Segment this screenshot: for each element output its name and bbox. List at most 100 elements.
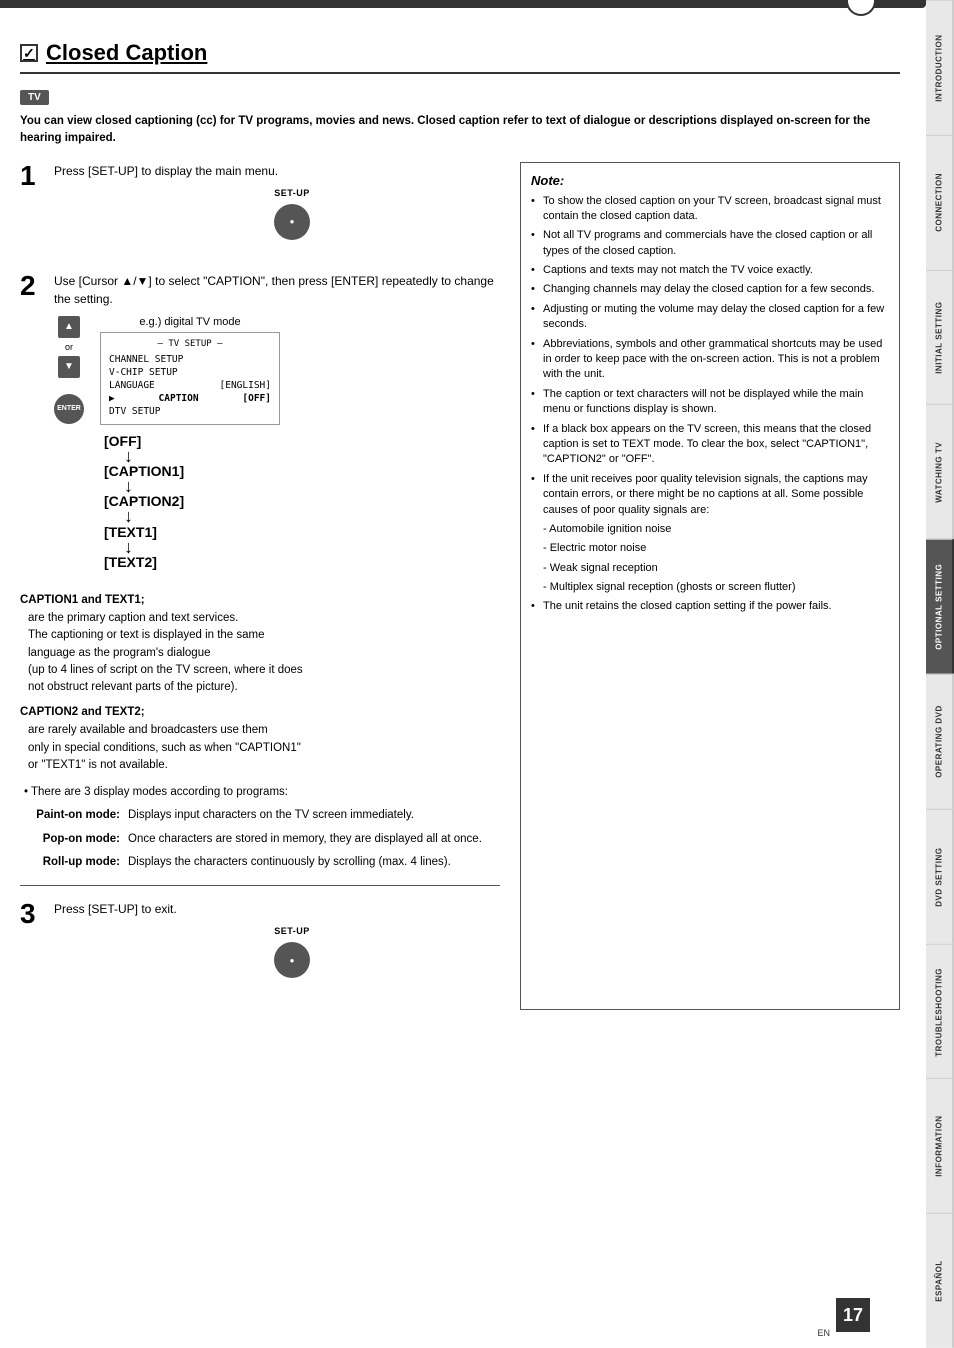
cap-text1: [TEXT1] ↓ <box>104 524 157 554</box>
cap-off-label: [OFF] <box>104 433 141 449</box>
step-3-remote-label: SET-UP <box>274 926 310 936</box>
tab-introduction[interactable]: INTRODUCTION <box>926 0 954 135</box>
tv-menu-item-vchip: V-CHIP SETUP <box>109 366 271 379</box>
note-text-8: If the unit receives poor quality televi… <box>543 472 889 518</box>
right-col: Note: • To show the closed caption on yo… <box>520 162 900 1011</box>
step-3-content: Press [SET-UP] to exit. SET-UP ● <box>54 900 500 994</box>
left-col: 1 Press [SET-UP] to display the main men… <box>20 162 500 1011</box>
step-3: 3 Press [SET-UP] to exit. SET-UP ● <box>20 900 500 994</box>
note-text-7: If a black box appears on the TV screen,… <box>543 422 889 468</box>
cap-text2: [TEXT2] <box>104 554 157 570</box>
desc-section: CAPTION1 and TEXT1; are the primary capt… <box>20 594 500 871</box>
desc-caption1-text: are the primary caption and text service… <box>28 610 500 696</box>
step-3-remote: SET-UP ● <box>84 926 500 984</box>
checkbox-icon: ✓ <box>20 44 38 62</box>
tab-optional-setting[interactable]: OPTIONAL SETTING <box>926 539 954 674</box>
mode-row-paint: Paint-on mode: Displays input characters… <box>20 807 500 824</box>
caption-sequence: [OFF] ↓ [CAPTION1] ↓ [CAPTION2] ↓ <box>104 433 500 571</box>
note-text-11: - Weak signal reception <box>543 561 658 576</box>
note-text-10: - Electric motor noise <box>543 541 646 556</box>
bullet-1: • <box>531 228 539 243</box>
bullet-2: • <box>531 263 539 278</box>
note-item-8: • If the unit receives poor quality tele… <box>531 472 889 518</box>
note-item-0: • To show the closed caption on your TV … <box>531 194 889 225</box>
or-label: or <box>65 342 73 352</box>
page-title-text: Closed Caption <box>46 40 207 66</box>
note-text-6: The caption or text characters will not … <box>543 387 889 418</box>
tv-menu-dtv-label: DTV SETUP <box>109 406 160 417</box>
note-text-9: - Automobile ignition noise <box>543 522 671 537</box>
note-item-10: - Electric motor noise <box>531 541 889 556</box>
note-item-2: • Captions and texts may not match the T… <box>531 263 889 278</box>
tv-menu-item-caption: ▶ CAPTION [OFF] <box>109 392 271 405</box>
note-item-7: • If a black box appears on the TV scree… <box>531 422 889 468</box>
desc-caption2-title: CAPTION2 and TEXT2; <box>20 706 500 718</box>
eg-label: e.g.) digital TV mode <box>100 316 280 328</box>
page-en: EN <box>817 1328 830 1338</box>
cap-caption2: [CAPTION2] ↓ <box>104 493 184 523</box>
note-text-12: - Multiplex signal reception (ghosts or … <box>543 580 796 595</box>
step-2: 2 Use [Cursor ▲/▼] to select "CAPTION", … <box>20 272 500 579</box>
step-2-text: Use [Cursor ▲/▼] to select "CAPTION", th… <box>54 272 500 308</box>
tab-information[interactable]: INFORMATION <box>926 1078 954 1213</box>
tv-menu-channel-label: CHANNEL SETUP <box>109 354 183 365</box>
page-number: 17 <box>836 1298 870 1332</box>
page-title: ✓ Closed Caption <box>20 40 900 66</box>
note-text-2: Captions and texts may not match the TV … <box>543 263 813 278</box>
tab-espanol[interactable]: ESPAÑOL <box>926 1213 954 1348</box>
step2-controls: ▲ or ▼ ENTER <box>54 316 84 425</box>
divider <box>20 885 500 886</box>
tv-badge: TV <box>20 90 49 105</box>
tab-operating-dvd[interactable]: OPERATING DVD <box>926 674 954 809</box>
cap-arrow-2: ↓ <box>124 509 133 523</box>
cap-caption2-label: [CAPTION2] <box>104 493 184 509</box>
step-3-text: Press [SET-UP] to exit. <box>54 900 500 918</box>
cap-arrow-1: ↓ <box>124 479 133 493</box>
tv-menu-vchip-label: V-CHIP SETUP <box>109 367 178 378</box>
intro-text: You can view closed captioning (cc) for … <box>20 113 900 148</box>
cap-off: [OFF] ↓ <box>104 433 141 463</box>
note-text-0: To show the closed caption on your TV sc… <box>543 194 889 225</box>
pop-on-desc: Once characters are stored in memory, th… <box>128 831 500 848</box>
tab-troubleshooting[interactable]: TROUBLESHOOTING <box>926 944 954 1079</box>
step-1-remote: SET-UP ● <box>84 188 500 246</box>
cursor-up-btn: ▲ <box>58 316 80 338</box>
side-tabs: INTRODUCTION CONNECTION INITIAL SETTING … <box>926 0 954 1348</box>
note-item-6: • The caption or text characters will no… <box>531 387 889 418</box>
tv-menu-caption-value: [OFF] <box>242 393 271 404</box>
cap-caption1: [CAPTION1] ↓ <box>104 463 184 493</box>
pop-on-label: Pop-on mode: <box>20 831 120 848</box>
note-item-4: • Adjusting or muting the volume may del… <box>531 302 889 333</box>
page-title-section: ✓ Closed Caption <box>20 40 900 74</box>
step2-layout: ▲ or ▼ ENTER e.g.) digital TV mode — T <box>54 316 500 425</box>
tab-connection[interactable]: CONNECTION <box>926 135 954 270</box>
mode-row-roll: Roll-up mode: Displays the characters co… <box>20 854 500 871</box>
tv-menu-section: e.g.) digital TV mode — TV SETUP — CHANN… <box>100 316 280 425</box>
tab-dvd-setting[interactable]: DVD SETTING <box>926 809 954 944</box>
tab-watching-tv[interactable]: WATCHING TV <box>926 404 954 539</box>
step-1-remote-btn: ● <box>274 204 310 240</box>
note-item-9: - Automobile ignition noise <box>531 522 889 537</box>
tab-initial-setting[interactable]: INITIAL SETTING <box>926 270 954 405</box>
tv-menu-language-value: [ENGLISH] <box>220 380 271 391</box>
tv-menu-item-language: LANGUAGE [ENGLISH] <box>109 379 271 392</box>
roll-up-label: Roll-up mode: <box>20 854 120 871</box>
note-text-5: Abbreviations, symbols and other grammat… <box>543 337 889 383</box>
paint-on-label: Paint-on mode: <box>20 807 120 824</box>
note-item-13: • The unit retains the closed caption se… <box>531 599 889 614</box>
bullet-5: • <box>531 337 539 352</box>
paint-on-desc: Displays input characters on the TV scre… <box>128 807 500 824</box>
desc-caption1-title: CAPTION1 and TEXT1; <box>20 594 500 606</box>
tv-menu-item-channel: CHANNEL SETUP <box>109 353 271 366</box>
cap-text2-label: [TEXT2] <box>104 554 157 570</box>
note-item-11: - Weak signal reception <box>531 561 889 576</box>
tv-menu: — TV SETUP — CHANNEL SETUP V-CHIP SETUP … <box>100 332 280 425</box>
tv-menu-caption-label: CAPTION <box>159 393 199 404</box>
tv-menu-item-dtv: DTV SETUP <box>109 405 271 418</box>
cap-arrow-3: ↓ <box>124 540 133 554</box>
bullet-4: • <box>531 302 539 317</box>
bullet-3: • <box>531 282 539 297</box>
step-1-remote-label: SET-UP <box>274 188 310 198</box>
note-text-1: Not all TV programs and commercials have… <box>543 228 889 259</box>
step-1-number: 1 <box>20 162 44 190</box>
